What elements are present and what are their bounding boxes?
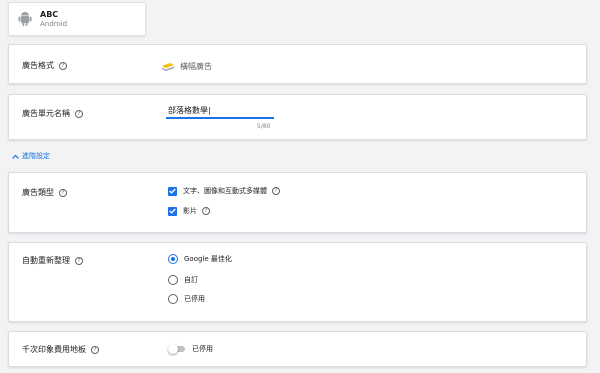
advanced-settings-label: 進階設定 <box>22 152 50 160</box>
ecpm-floor-label-row: 千次印象費用地板 ? <box>22 344 99 355</box>
ad-format-text: 橫幅廣告 <box>180 62 212 71</box>
auto-refresh-option-disabled[interactable]: 已停用 <box>168 294 205 304</box>
ad-format-value: 橫幅廣告 <box>161 61 212 72</box>
auto-refresh-label-row: 自動重新整理 ? <box>22 255 83 266</box>
ad-type-option-rich-media[interactable]: 文字、圖像和互動式多媒體 ? <box>168 186 280 196</box>
help-icon[interactable]: ? <box>202 207 210 215</box>
ecpm-floor-toggle-row[interactable]: 已停用 <box>168 343 213 355</box>
ecpm-floor-label: 千次印象費用地板 <box>22 345 86 354</box>
app-name: ABC <box>40 9 59 19</box>
auto-refresh-option-label: 已停用 <box>184 295 205 303</box>
app-platform: Android <box>40 19 68 28</box>
ecpm-floor-state: 已停用 <box>192 345 213 353</box>
auto-refresh-label: 自動重新整理 <box>22 256 70 265</box>
character-counter: 5/80 <box>257 123 271 130</box>
ad-unit-name-input[interactable] <box>166 104 274 119</box>
ad-type-card: 廣告類型 ? 文字、圖像和互動式多媒體 ? 影片 ? <box>8 172 587 233</box>
ad-unit-name-label-row: 廣告單元名稱 ? <box>22 108 83 119</box>
help-icon[interactable]: ? <box>75 256 83 265</box>
android-icon <box>18 12 32 26</box>
radio-selected-icon[interactable] <box>168 254 178 264</box>
radio-unselected-icon[interactable] <box>168 275 178 285</box>
ecpm-floor-toggle[interactable] <box>168 343 186 355</box>
ad-unit-name-label: 廣告單元名稱 <box>22 109 70 118</box>
help-icon[interactable]: ? <box>272 187 280 195</box>
help-icon[interactable]: ? <box>59 61 67 70</box>
help-icon[interactable]: ? <box>75 109 83 118</box>
auto-refresh-option-google[interactable]: Google 最佳化 <box>168 254 232 264</box>
ad-type-label: 廣告類型 <box>22 188 54 197</box>
checkbox-checked-icon[interactable] <box>168 206 177 216</box>
banner-icon <box>162 62 174 71</box>
ad-unit-name-card: 廣告單元名稱 ? 5/80 <box>8 94 587 140</box>
app-card[interactable]: ABC Android <box>8 2 146 36</box>
ad-type-option-label: 文字、圖像和互動式多媒體 <box>183 187 267 195</box>
ad-format-label: 廣告格式 <box>22 61 54 70</box>
checkbox-checked-icon[interactable] <box>168 186 177 196</box>
ecpm-floor-card: 千次印象費用地板 ? 已停用 <box>8 331 587 367</box>
ad-type-label-row: 廣告類型 ? <box>22 187 67 198</box>
auto-refresh-card: 自動重新整理 ? Google 最佳化 自訂 已停用 <box>8 242 587 322</box>
ad-type-option-video[interactable]: 影片 ? <box>168 206 210 216</box>
radio-unselected-icon[interactable] <box>168 294 178 304</box>
auto-refresh-option-label: 自訂 <box>184 276 198 284</box>
ad-format-label-row: 廣告格式 ? <box>22 60 67 71</box>
help-icon[interactable]: ? <box>59 188 67 197</box>
ad-format-card: 廣告格式 ? 橫幅廣告 <box>8 44 587 84</box>
ad-type-option-label: 影片 <box>183 207 197 215</box>
auto-refresh-option-label: Google 最佳化 <box>184 255 232 263</box>
toggle-knob <box>168 344 178 354</box>
auto-refresh-option-custom[interactable]: 自訂 <box>168 275 198 285</box>
help-icon[interactable]: ? <box>91 345 99 354</box>
chevron-up-icon <box>12 154 19 159</box>
advanced-settings-toggle[interactable]: 進階設定 <box>12 151 50 161</box>
